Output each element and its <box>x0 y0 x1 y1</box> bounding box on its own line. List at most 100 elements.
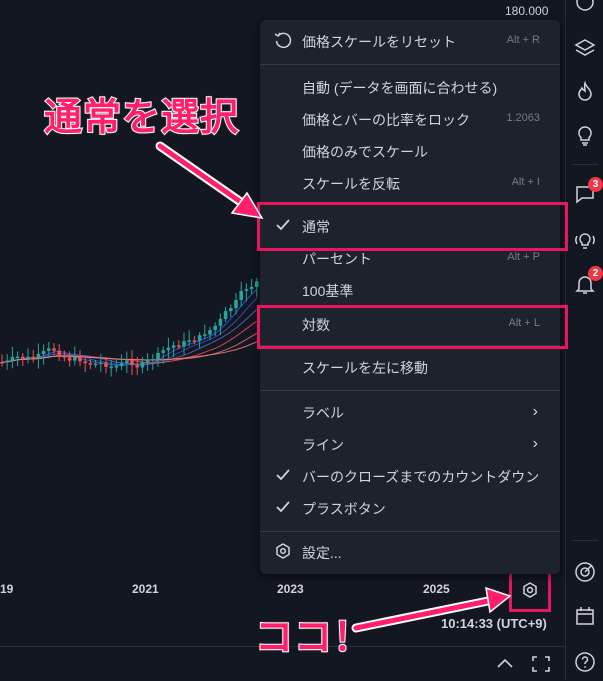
candle-body <box>213 325 217 331</box>
candle-body <box>109 366 113 369</box>
candle-body <box>57 350 61 357</box>
menu-item-invert-scale[interactable]: スケールを反転 Alt + I <box>260 167 560 199</box>
menu-item-label: ライン <box>302 437 344 453</box>
menu-separator <box>260 531 560 532</box>
menu-item-label: プラスボタン <box>302 501 386 517</box>
calendar-icon[interactable] <box>573 604 597 628</box>
candle-body <box>62 356 67 358</box>
candle-body <box>166 347 171 351</box>
checkmark-icon <box>276 469 290 481</box>
menu-separator <box>260 390 560 391</box>
chevron-right-icon: › <box>532 435 538 452</box>
candle-body <box>218 318 223 326</box>
annotation-here: ココ！ <box>254 616 373 660</box>
candle-body <box>130 360 134 366</box>
candle-body <box>36 354 41 358</box>
menu-item-plus-button[interactable]: プラスボタン <box>260 492 560 524</box>
time-axis-label-2021: 2021 <box>132 582 159 596</box>
menu-item-label: スケールを左に移動 <box>302 360 428 376</box>
candle-body <box>99 362 103 365</box>
menu-item-shortcut: Alt + R <box>506 34 540 46</box>
candle-body <box>52 348 56 351</box>
menu-item-label: 100基準 <box>302 283 354 299</box>
candle-body <box>244 289 249 291</box>
candle-body <box>31 356 35 359</box>
candle-body <box>151 359 155 361</box>
candle-body <box>0 362 4 364</box>
toolbar-separator <box>572 164 598 165</box>
annotation-box-normal <box>257 202 568 251</box>
time-axis-label-2023: 2023 <box>277 582 304 596</box>
moving-average-line <box>1 289 258 367</box>
candle-body <box>239 290 243 301</box>
maximize-icon[interactable] <box>530 653 552 675</box>
time-axis-label-19: 19 <box>0 582 14 596</box>
menu-item-indexed-100[interactable]: 100基準 <box>260 274 560 306</box>
candle-body <box>104 362 108 367</box>
menu-item-label: 価格とバーの比率をロック <box>302 112 470 128</box>
gear-icon <box>276 543 290 559</box>
candle-body <box>119 363 124 366</box>
menu-item-label: 設定... <box>302 545 342 561</box>
menu-item-move-scale-left[interactable]: スケールを左に移動 <box>260 351 560 383</box>
menu-item-label: スケールを反転 <box>302 176 400 192</box>
chat-badge: 3 <box>588 177 603 192</box>
candle-body <box>21 356 25 359</box>
menu-item-price-only[interactable]: 価格のみでスケール <box>260 135 560 167</box>
candle-body <box>145 359 150 363</box>
candle-body <box>234 300 238 309</box>
candle-body <box>83 361 87 364</box>
candle-body <box>192 340 197 342</box>
menu-item-shortcut: Alt + P <box>507 251 540 263</box>
reset-icon <box>274 32 292 49</box>
candle-body <box>78 356 82 362</box>
menu-item-settings[interactable]: 設定... <box>260 536 560 568</box>
candle-body <box>5 360 9 363</box>
candle-body <box>249 287 254 290</box>
candle-body <box>15 356 20 359</box>
candle-body <box>255 281 259 288</box>
chevron-up-icon[interactable] <box>494 653 516 675</box>
price-axis-top-label: 180.000 <box>505 4 549 18</box>
menu-item-lines[interactable]: ライン › <box>260 428 560 460</box>
time-axis-label-2025: 2025 <box>423 582 450 596</box>
menu-item-countdown[interactable]: バーのクローズまでのカウントダウン <box>260 460 560 492</box>
menu-separator <box>260 64 560 65</box>
candle-body <box>73 356 77 361</box>
menu-item-labels[interactable]: ラベル › <box>260 396 560 428</box>
layers-icon[interactable] <box>573 36 597 60</box>
candle-body <box>177 345 181 347</box>
candle-body <box>41 350 46 355</box>
candle-body <box>125 360 129 364</box>
candle-body <box>114 365 119 368</box>
menu-item-lock-ratio[interactable]: 価格とバーの比率をロック 1.2063 <box>260 103 560 135</box>
timezone-clock[interactable]: 10:14:33 (UTC+9) <box>441 616 547 631</box>
menu-item-label: 自動 (データを画面に合わせる) <box>302 80 498 96</box>
moving-average-line <box>1 297 258 366</box>
candle-body <box>67 357 72 361</box>
target-icon[interactable] <box>573 560 597 584</box>
candle-body <box>197 335 202 341</box>
annotation-box-gear <box>509 568 551 612</box>
toolbar-separator <box>572 540 598 541</box>
menu-item-auto-fit[interactable]: 自動 (データを画面に合わせる) <box>260 71 560 103</box>
candle-body <box>182 341 186 347</box>
price-scale-context-menu: 価格スケールをリセット Alt + R 自動 (データを画面に合わせる) 価格と… <box>260 20 560 574</box>
candle-body <box>93 363 98 366</box>
annotation-box-log <box>257 305 568 349</box>
lightbulb-icon[interactable] <box>573 124 597 148</box>
menu-item-label: 価格スケールをリセット <box>302 34 456 50</box>
menu-item-label: ラベル <box>302 405 344 421</box>
right-toolbar: 3 2 <box>565 0 603 680</box>
checkmark-icon <box>276 501 290 513</box>
flame-icon[interactable] <box>573 80 597 104</box>
candle-body <box>203 334 207 336</box>
clock-icon[interactable] <box>573 0 597 14</box>
menu-item-reset-scale[interactable]: 価格スケールをリセット Alt + R <box>260 25 560 57</box>
menu-item-label: パーセント <box>302 251 372 267</box>
help-icon[interactable] <box>573 650 597 674</box>
menu-item-ratio-value: 1.2063 <box>506 112 540 124</box>
broadcast-idea-icon[interactable] <box>573 228 597 252</box>
menu-item-shortcut: Alt + I <box>511 176 540 188</box>
moving-average-lines <box>1 289 258 367</box>
